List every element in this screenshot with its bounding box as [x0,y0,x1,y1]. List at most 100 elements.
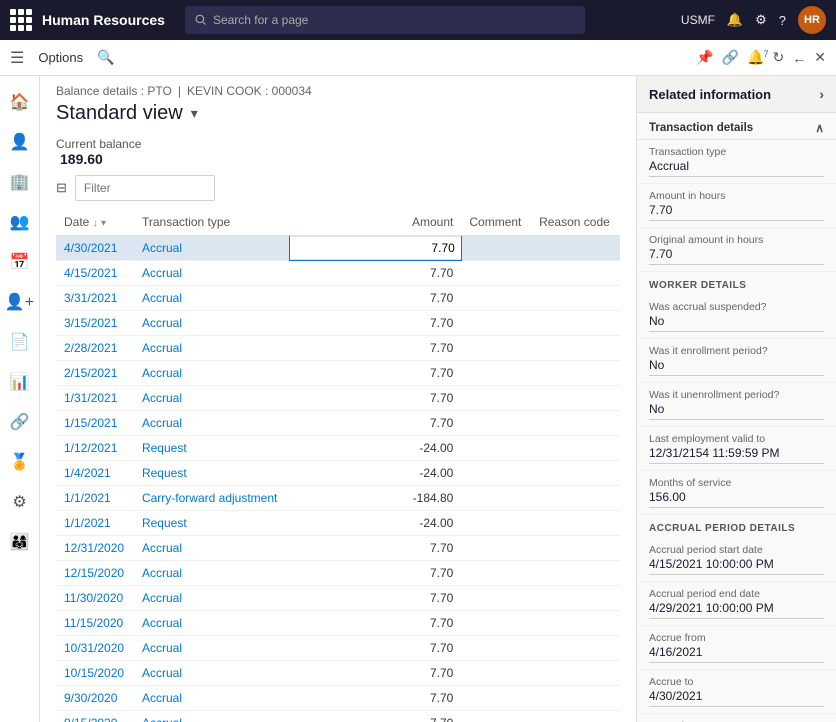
cell-comment [461,311,531,336]
table-row[interactable]: 12/15/2020Accrual7.70 [56,561,620,586]
field-value: 12/31/2154 11:59:59 PM [649,446,824,464]
section-transaction-details[interactable]: Transaction details ∧ [637,113,836,140]
table-row[interactable]: 11/30/2020Accrual7.70 [56,586,620,611]
cell-amount: 7.70 [289,261,461,286]
col-amount[interactable]: Amount [289,209,461,236]
refresh-icon[interactable]: ↻ [773,49,785,66]
field-value: Accrual [649,159,824,177]
user-avatar[interactable]: HR [798,6,826,34]
cell-amount[interactable] [289,236,461,261]
field-value: 7.70 [649,203,824,221]
cell-reason-code [531,311,620,336]
cell-comment [461,561,531,586]
hamburger-menu[interactable]: ☰ [10,48,24,68]
cell-type: Request [134,461,289,486]
field-accrual-suspended: Was accrual suspended? No [637,295,836,339]
filter-input[interactable] [75,175,215,201]
options-button[interactable]: Options [32,48,89,67]
right-panel-collapse-icon[interactable]: › [819,86,824,102]
cell-comment [461,536,531,561]
cell-amount: -24.00 [289,436,461,461]
table-row[interactable]: 2/15/2021Accrual7.70 [56,361,620,386]
table-row[interactable]: 4/30/2021Accrual [56,236,620,261]
col-comment[interactable]: Comment [461,209,531,236]
nav-search-icon[interactable]: 🔍 [97,49,114,66]
sidebar-item-group[interactable]: 👨‍👩‍👧 [2,524,38,560]
col-transaction-type[interactable]: Transaction type [134,209,289,236]
table-row[interactable]: 1/12/2021Request-24.00 [56,436,620,461]
sidebar-item-link[interactable]: 🔗 [2,404,38,440]
table-row[interactable]: 1/4/2021Request-24.00 [56,461,620,486]
cell-type: Accrual [134,561,289,586]
cell-amount: 7.70 [289,411,461,436]
main-container: 🏠 👤 🏢 👥 📅 👤+ 📄 📊 🔗 🏅 ⚙ 👨‍👩‍👧 Balance det… [0,76,836,722]
cell-date: 2/15/2021 [56,361,134,386]
cell-type: Accrual [134,361,289,386]
sidebar-item-home[interactable]: 🏠 [2,84,38,120]
cell-date: 1/1/2021 [56,511,134,536]
sidebar-item-calendar[interactable]: 📅 [2,244,38,280]
sidebar-item-user-add[interactable]: 👤+ [2,284,38,320]
cell-comment [461,236,531,261]
cell-comment [461,636,531,661]
table-row[interactable]: 1/1/2021Carry-forward adjustment-184.80 [56,486,620,511]
table-row[interactable]: 1/1/2021Request-24.00 [56,511,620,536]
cell-amount: -24.00 [289,511,461,536]
current-balance-label: Current balance [56,137,141,151]
secondary-navigation: ☰ Options 🔍 📌 🔗 🔔7 ↻ ← ✕ [0,40,836,76]
amount-edit-input[interactable] [290,237,461,259]
col-date[interactable]: Date ↓ ▾ [56,209,134,236]
sidebar-item-people[interactable]: 👥 [2,204,38,240]
settings-icon[interactable]: ⚙ [755,12,767,28]
sidebar-item-building[interactable]: 🏢 [2,164,38,200]
global-search-bar[interactable]: Search for a page [185,6,585,34]
field-accrue-from: Accrue from 4/16/2021 [637,626,836,670]
cell-date: 11/30/2020 [56,586,134,611]
subsection-accrual-period: ACCRUAL PERIOD DETAILS [637,515,836,538]
app-grid-icon[interactable] [10,9,32,31]
col-reason-code[interactable]: Reason code [531,209,620,236]
cell-type: Accrual [134,711,289,722]
notification-icon[interactable]: 🔔 [727,12,743,28]
cell-type: Accrual [134,536,289,561]
table-row[interactable]: 10/15/2020Accrual7.70 [56,661,620,686]
cell-amount: 7.70 [289,386,461,411]
table-row[interactable]: 1/31/2021Accrual7.70 [56,386,620,411]
right-panel-header: Related information › [637,76,836,113]
filter-icon[interactable]: ⊟ [56,180,67,196]
table-row[interactable]: 10/31/2020Accrual7.70 [56,636,620,661]
table-row[interactable]: 2/28/2021Accrual7.70 [56,336,620,361]
share-icon[interactable]: 🔗 [722,49,739,66]
sidebar-item-document[interactable]: 📄 [2,324,38,360]
sidebar-item-settings-person[interactable]: ⚙ [2,484,38,520]
section-label: Transaction details [649,122,753,134]
view-dropdown-icon[interactable]: ▾ [191,105,198,122]
cell-amount: 7.70 [289,686,461,711]
notification-bell-icon[interactable]: 🔔7 [747,49,764,66]
pin-icon[interactable]: 📌 [696,49,713,66]
table-row[interactable]: 9/15/2020Accrual7.70 [56,711,620,722]
table-row[interactable]: 12/31/2020Accrual7.70 [56,536,620,561]
field-accrual-start-date: Accrual period start date 4/15/2021 10:0… [637,538,836,582]
table-row[interactable]: 3/15/2021Accrual7.70 [56,311,620,336]
table-row[interactable]: 1/15/2021Accrual7.70 [56,411,620,436]
sidebar-item-award[interactable]: 🏅 [2,444,38,480]
cell-type: Accrual [134,236,289,261]
sidebar-item-chart[interactable]: 📊 [2,364,38,400]
table-row[interactable]: 9/30/2020Accrual7.70 [56,686,620,711]
back-icon[interactable]: ← [792,50,806,66]
help-icon[interactable]: ? [779,13,786,28]
close-icon[interactable]: ✕ [814,49,826,66]
field-label: Was it enrollment period? [649,345,824,357]
cell-amount: 7.70 [289,536,461,561]
table-row[interactable]: 3/31/2021Accrual7.70 [56,286,620,311]
cell-date: 12/31/2020 [56,536,134,561]
cell-date: 1/12/2021 [56,436,134,461]
table-row[interactable]: 4/15/2021Accrual7.70 [56,261,620,286]
cell-date: 3/31/2021 [56,286,134,311]
cell-date: 1/31/2021 [56,386,134,411]
cell-type: Accrual [134,586,289,611]
sidebar-item-person[interactable]: 👤 [2,124,38,160]
table-row[interactable]: 11/15/2020Accrual7.70 [56,611,620,636]
filter-row: ⊟ [40,171,636,209]
